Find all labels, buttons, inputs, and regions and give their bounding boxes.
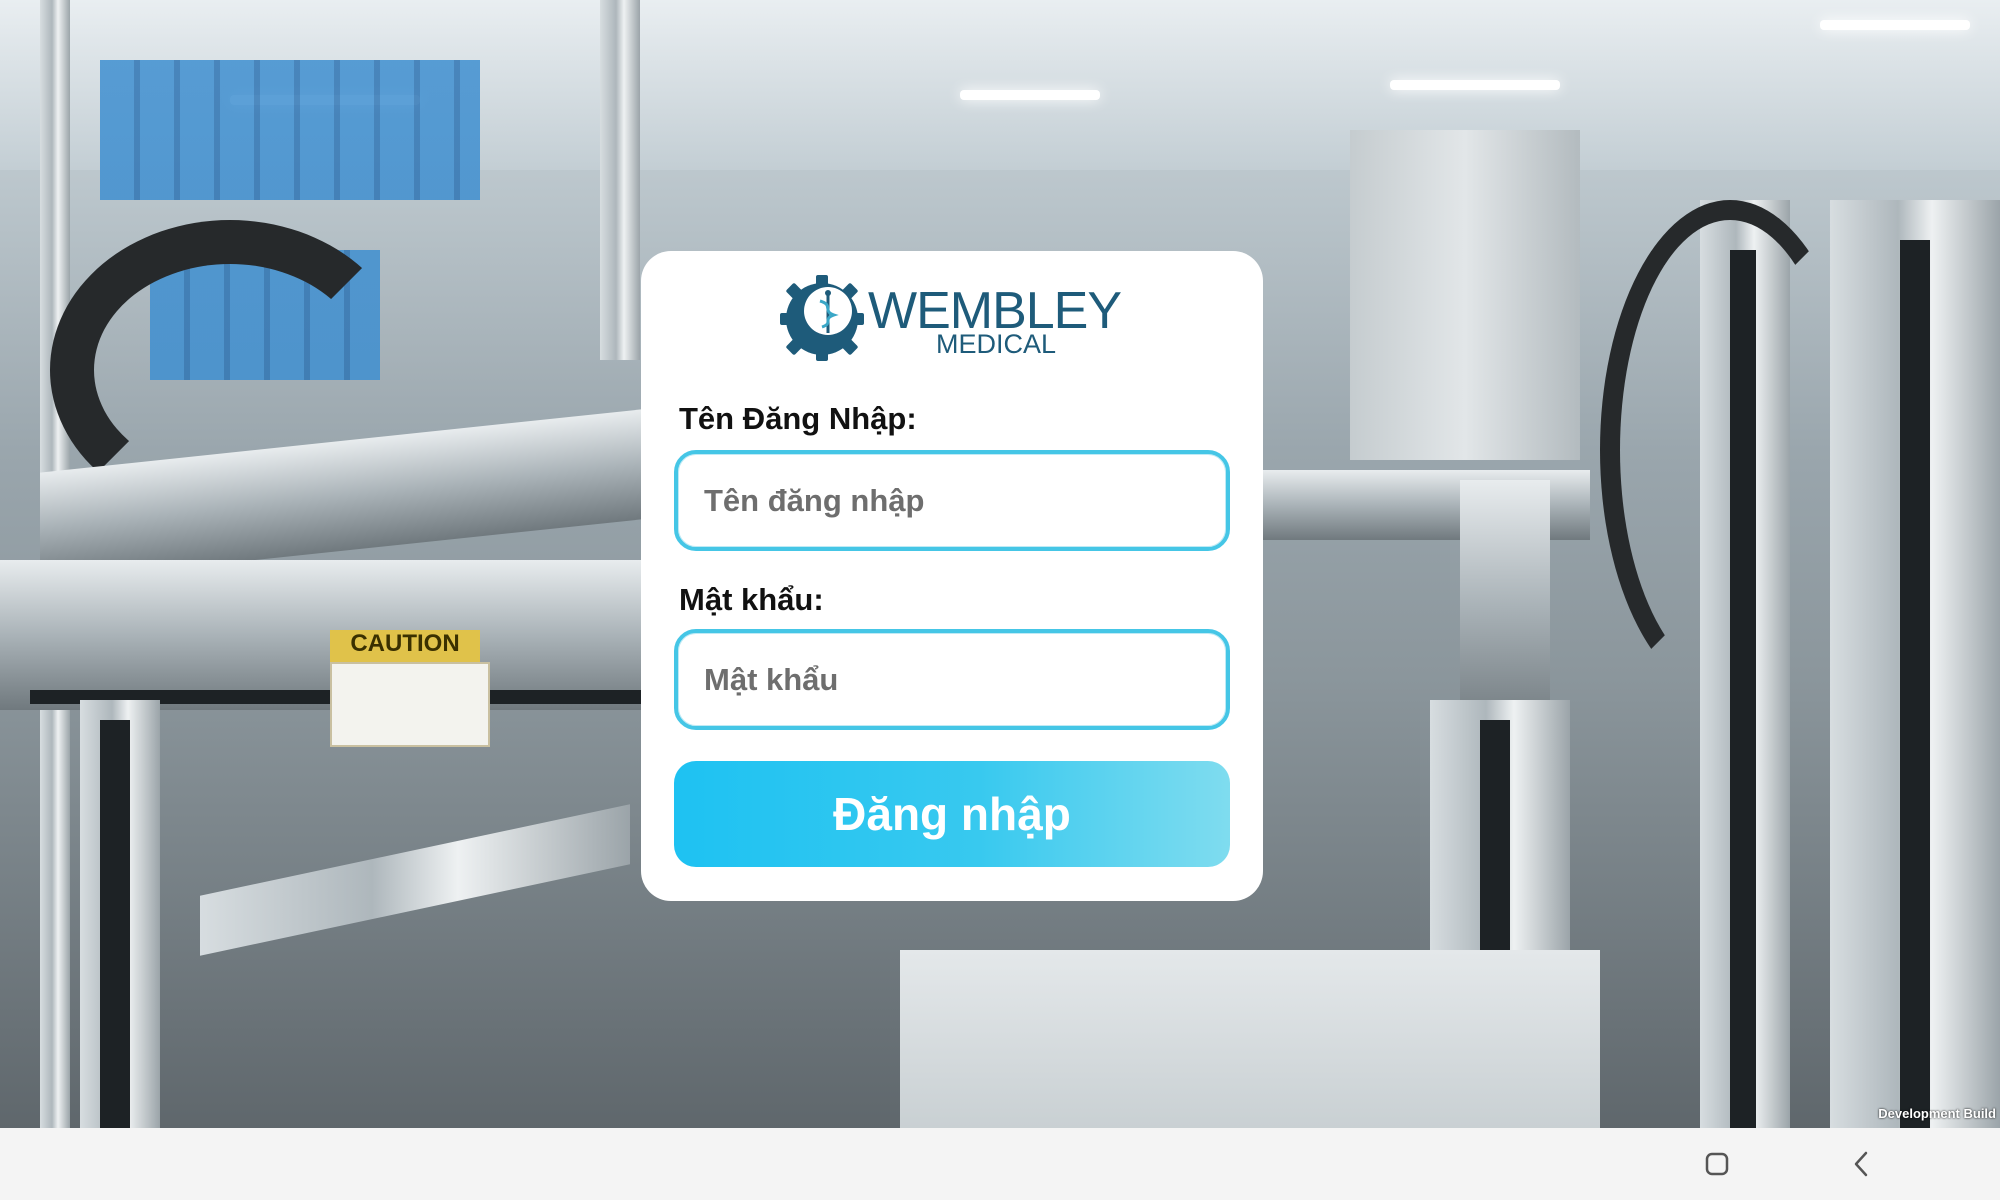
recent-apps-button[interactable]: [1695, 1142, 1739, 1186]
development-build-label: Development Build: [1878, 1106, 1996, 1121]
frame-slot: [100, 720, 130, 1128]
username-label: Tên Đăng Nhập:: [679, 401, 917, 436]
back-icon: [1854, 1151, 1868, 1177]
ceiling-light: [1820, 20, 1970, 30]
login-button[interactable]: Đăng nhập: [674, 761, 1230, 867]
ceiling-light: [960, 90, 1100, 100]
electrical-cabinet: [1350, 130, 1580, 460]
frame-slot: [1900, 240, 1930, 1128]
ceiling-light: [1390, 80, 1560, 90]
password-label: Mật khẩu:: [679, 582, 824, 617]
conveyor-side: [1460, 480, 1550, 730]
username-input[interactable]: [674, 450, 1230, 551]
floor: [900, 950, 1600, 1128]
login-card: WEMBLEY MEDICAL Tên Đăng Nhập: Mật khẩu:…: [641, 251, 1263, 901]
brand-logo: WEMBLEY MEDICAL: [776, 271, 1126, 361]
caution-sign: CAUTION: [330, 630, 480, 662]
navigation-bar: [0, 1128, 2000, 1200]
cable: [1600, 200, 1860, 700]
back-button[interactable]: [1840, 1142, 1884, 1186]
recent-apps-icon: [1705, 1152, 1729, 1176]
frame-post: [600, 0, 640, 360]
warning-sticker: [330, 662, 490, 747]
storage-bins: [100, 60, 480, 200]
gear-logo-icon: [780, 275, 864, 361]
conveyor: [200, 804, 630, 956]
brand-subtitle: MEDICAL: [936, 329, 1057, 359]
password-input[interactable]: [674, 629, 1230, 730]
